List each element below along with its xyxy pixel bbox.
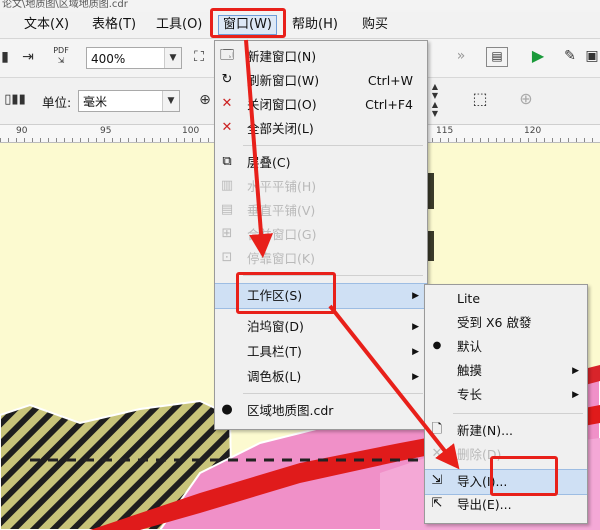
- arrow-to-import: [328, 304, 460, 470]
- arrow-to-workspace: [244, 39, 274, 258]
- annotation-arrows: [244, 39, 460, 470]
